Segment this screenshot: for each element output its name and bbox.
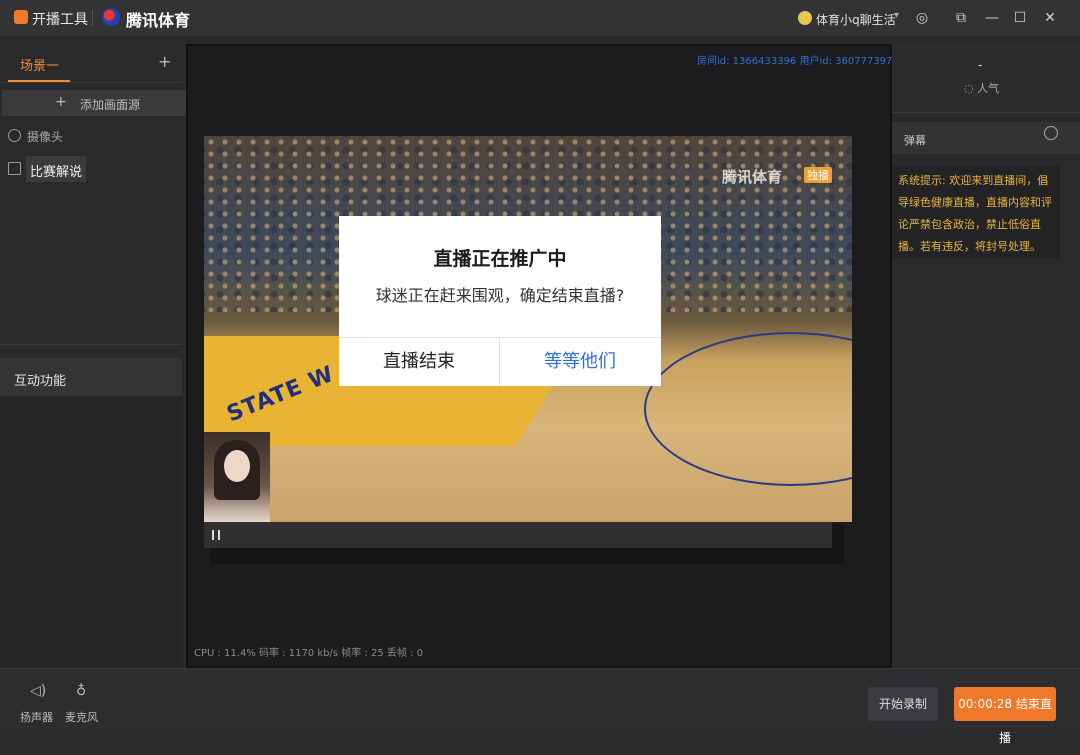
speaker-icon[interactable]: ◁) [30,683,46,699]
play-box-icon [8,162,21,175]
end-live-dialog: 直播正在推广中 球迷正在赶来围观，确定结束直播? 直播结束 等等他们 [339,216,661,386]
add-source-button[interactable]: + 添加画面源 [2,90,196,116]
maximize-icon[interactable]: ☐ [1010,8,1030,28]
popularity-value: - [978,58,983,72]
brand-name: 腾讯体育 [126,11,191,30]
interact-list [0,396,182,666]
add-scene-button[interactable]: + [158,52,171,71]
user-icon[interactable] [1044,126,1058,140]
interact-title: 互动功能 [14,374,67,389]
playback-bar [204,522,832,548]
title-separator [92,10,93,26]
watermark-badge: 独播 [804,167,832,183]
minimize-icon[interactable]: — [982,8,1002,28]
source-label: 摄像头 [27,130,64,144]
add-source-label: 添加画面源 [80,98,141,112]
room-info: 房间id: 1366433396 用户id: 3607773974 [697,56,899,67]
user-avatar[interactable] [798,11,812,25]
source-item-commentary[interactable]: 比赛解说 [26,156,86,182]
danmu-title: 弹幕 [904,134,926,147]
tab-scene-one[interactable]: 场景一 [20,55,59,74]
microphone-icon[interactable]: ♁ [76,683,86,699]
app-logo-icon [14,10,28,24]
tencent-sports-logo-icon [102,8,120,26]
bottom-bar: ◁) 扬声器 ♁ 麦克风 开始录制 00:00:28 结束直播 [0,668,1080,745]
pause-icon[interactable] [212,530,221,540]
end-live-button[interactable]: 00:00:28 结束直播 [954,687,1056,745]
chevron-down-icon[interactable]: ▾ [894,10,899,21]
plus-icon: + [55,94,67,110]
source-play-icon-wrap[interactable] [8,162,27,177]
speaker-label[interactable]: 扬声器 [20,709,53,725]
stream-stats: CPU : 11.4% 码率 : 1170 kb/s 帧率 : 25 丢帧 : … [194,648,423,659]
settings-icon[interactable]: ◎ [912,8,932,28]
start-recording-button[interactable]: 开始录制 [868,687,938,721]
scene-panel: 场景一 + + 添加画面源 摄像头 比赛解说 互动功能 [0,44,196,666]
user-name[interactable]: 体育小q聊生活 [816,11,896,28]
source-label: 比赛解说 [30,165,83,180]
danmu-header: 弹幕 [892,122,1080,154]
right-panel: - ◌ 人气 弹幕 系统提示: 欢迎来到直播间，倡导绿色健康直播，直播内容和评论… [892,44,1080,666]
restore-window-icon[interactable]: ⧉ [951,8,971,28]
source-item-camera[interactable]: 摄像头 [8,128,63,145]
dialog-title: 直播正在推广中 [433,248,567,270]
camera-icon [8,129,21,142]
pip-face [224,450,250,482]
dialog-message: 球迷正在赶来围观，确定结束直播? [375,286,625,305]
system-message: 系统提示: 欢迎来到直播间，倡导绿色健康直播，直播内容和评论严禁包含政治，禁止低… [892,166,1060,258]
confirm-end-button[interactable]: 直播结束 [339,338,499,386]
interact-section-header[interactable]: 互动功能 [0,358,182,396]
wait-button[interactable]: 等等他们 [500,338,660,386]
microphone-label[interactable]: 麦克风 [65,709,98,725]
popularity-label-text: 人气 [977,82,1000,95]
watermark: 腾讯体育 [722,168,783,186]
tab-underline [8,80,70,82]
title-bar: 开播工具 腾讯体育 体育小q聊生活 ▾ ◎ ⧉ — ☐ ✕ [0,0,1080,36]
close-icon[interactable]: ✕ [1040,8,1060,28]
fire-icon: ◌ [964,82,974,95]
app-name: 开播工具 [32,12,88,28]
court-arc [644,332,852,486]
scene-tabbar: 场景一 + [0,44,182,83]
camera-pip[interactable] [204,432,270,522]
divider [0,344,182,345]
popularity-box: - ◌ 人气 [892,44,1080,113]
popularity-label: ◌ 人气 [964,80,999,96]
